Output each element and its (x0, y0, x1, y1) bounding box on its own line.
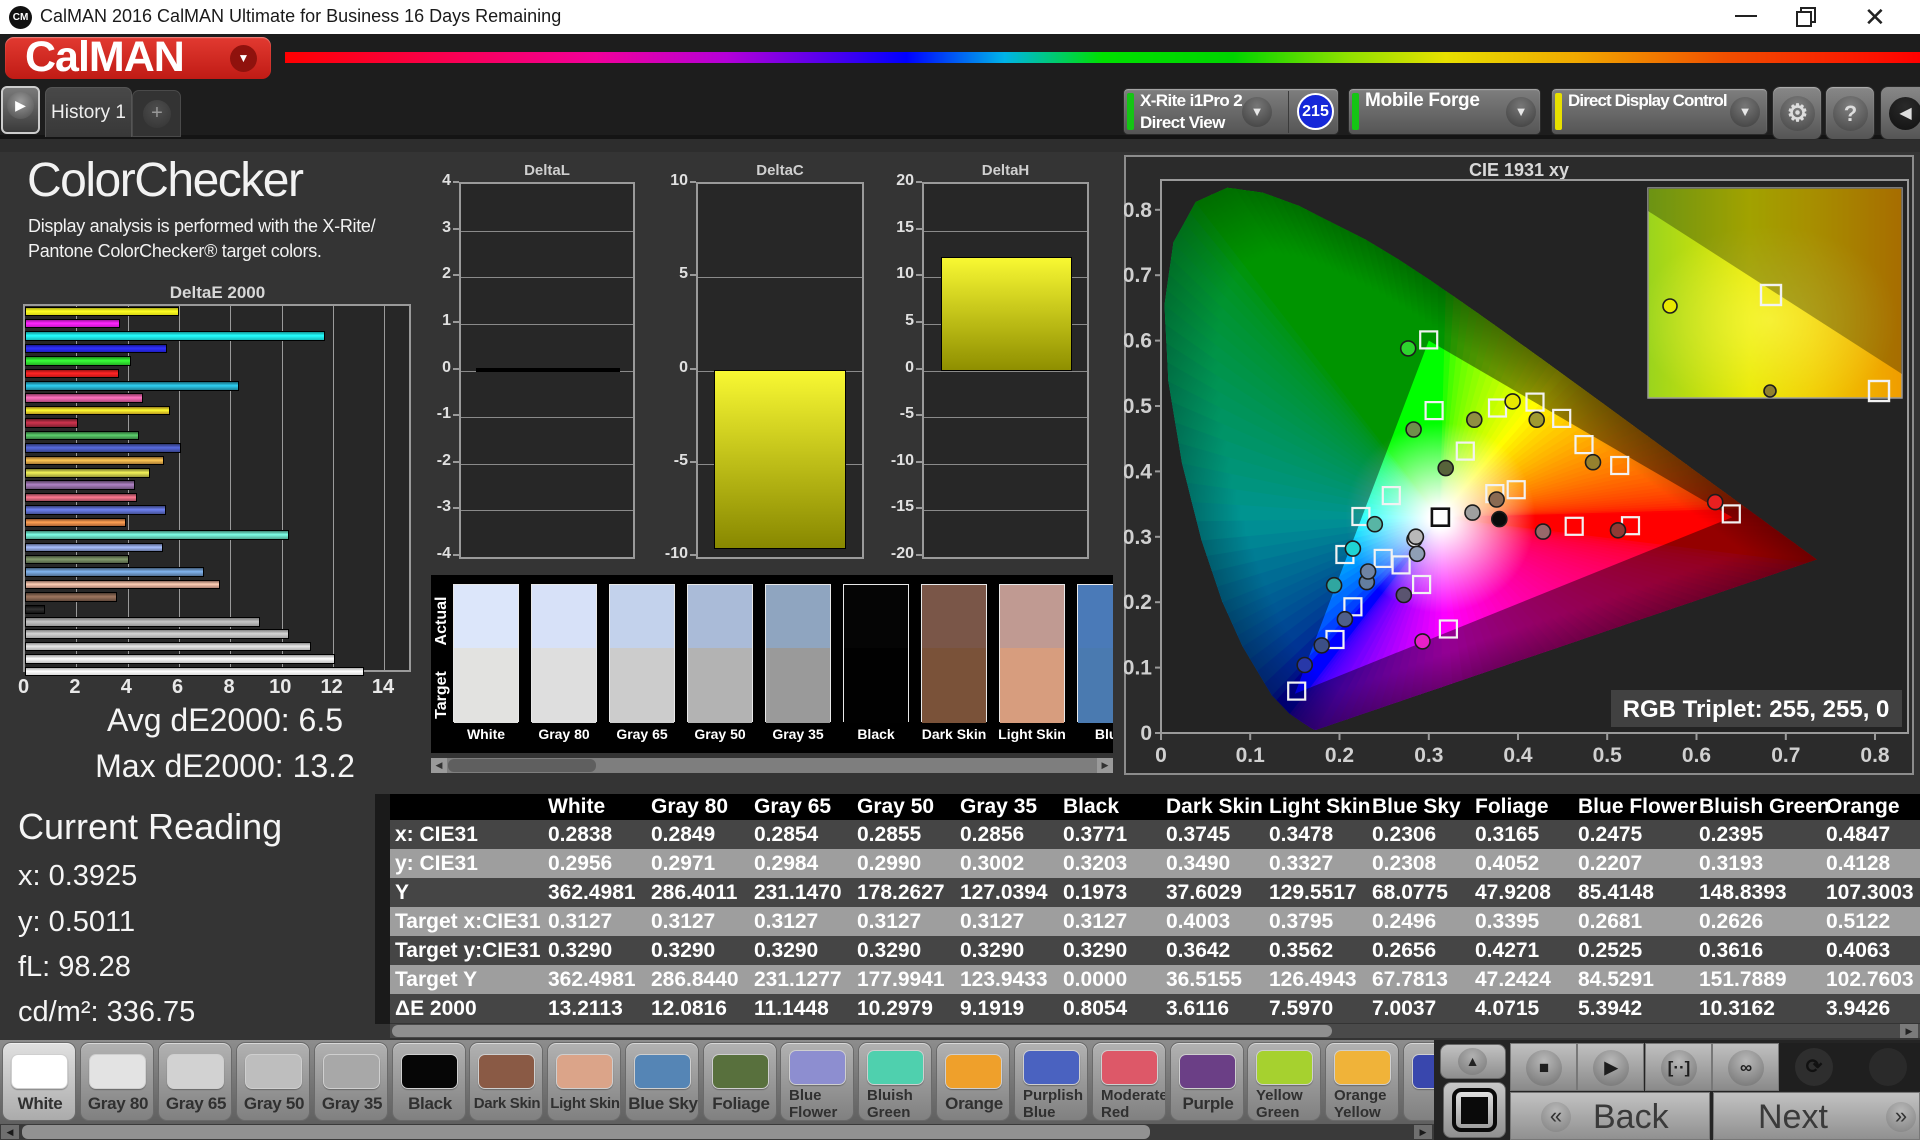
svg-text:0.7: 0.7 (1124, 264, 1152, 287)
svg-text:CIE 1931 xy: CIE 1931 xy (1469, 160, 1569, 180)
svg-text:0.3: 0.3 (1124, 526, 1152, 549)
svg-text:0.5: 0.5 (1593, 744, 1623, 767)
svg-text:0.3: 0.3 (1414, 744, 1443, 767)
svg-text:0: 0 (1140, 722, 1152, 745)
svg-text:0.8: 0.8 (1860, 744, 1890, 767)
svg-text:0.1: 0.1 (1236, 744, 1266, 767)
svg-text:RGB Triplet: 255, 255, 0: RGB Triplet: 255, 255, 0 (1623, 696, 1890, 723)
svg-text:0.5: 0.5 (1124, 395, 1152, 418)
svg-text:0.2: 0.2 (1325, 744, 1354, 767)
svg-text:0.6: 0.6 (1682, 744, 1711, 767)
svg-text:0: 0 (1155, 744, 1167, 767)
svg-text:0.1: 0.1 (1124, 657, 1152, 680)
svg-text:0.4: 0.4 (1503, 744, 1533, 767)
svg-text:0.7: 0.7 (1771, 744, 1800, 767)
svg-text:0.2: 0.2 (1124, 591, 1152, 614)
svg-text:0.6: 0.6 (1124, 330, 1152, 353)
svg-text:0.4: 0.4 (1124, 460, 1152, 483)
svg-text:0.8: 0.8 (1124, 199, 1152, 222)
